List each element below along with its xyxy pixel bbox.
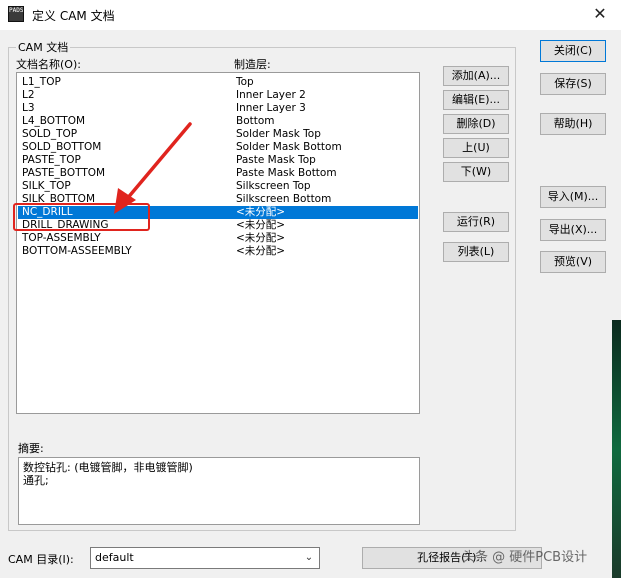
document-name: L4_BOTTOM <box>22 115 86 127</box>
list-item[interactable]: L1_TOP Top <box>18 76 418 89</box>
document-layer: Solder Mask Top <box>236 128 321 140</box>
title-bar: PADS 定义 CAM 文档 ✕ <box>0 0 621 30</box>
document-layer: Top <box>236 76 254 88</box>
document-name: SILK_TOP <box>22 180 71 192</box>
document-name: PASTE_TOP <box>22 154 81 166</box>
document-name: SOLD_TOP <box>22 128 78 140</box>
document-layer: <未分配> <box>236 219 286 231</box>
list-item[interactable]: SOLD_BOTTOM Solder Mask Bottom <box>18 141 418 154</box>
column-header-fabrication-layer: 制造层: <box>234 58 271 71</box>
help-button[interactable]: 帮助(H) <box>540 113 606 135</box>
document-name: L3 <box>22 102 35 114</box>
list-item[interactable]: L3 Inner Layer 3 <box>18 102 418 115</box>
chevron-down-icon: ⌄ <box>304 552 314 563</box>
group-legend: CAM 文档 <box>16 39 71 55</box>
summary-line-2: 通孔; <box>23 474 49 487</box>
document-layer: Paste Mask Top <box>236 154 316 166</box>
cam-directory-value: default <box>95 551 134 564</box>
edit-button[interactable]: 编辑(E)... <box>443 90 509 110</box>
document-layer: <未分配> <box>236 232 286 244</box>
document-layer: Inner Layer 2 <box>236 89 306 101</box>
document-name: L2 <box>22 89 35 101</box>
document-name: SOLD_BOTTOM <box>22 141 102 153</box>
document-layer: <未分配> <box>236 245 286 257</box>
column-header-document-name: 文档名称(O): <box>16 58 81 71</box>
move-down-button[interactable]: 下(W) <box>443 162 509 182</box>
document-name: L1_TOP <box>22 76 61 88</box>
delete-button[interactable]: 删除(D) <box>443 114 509 134</box>
document-layer: Silkscreen Top <box>236 180 311 192</box>
summary-line-1: 数控钻孔: (电镀管脚，非电镀管脚) <box>23 461 193 474</box>
summary-label: 摘要: <box>18 442 44 455</box>
document-layer: Silkscreen Bottom <box>236 193 332 205</box>
save-button[interactable]: 保存(S) <box>540 73 606 95</box>
list-item[interactable]: PASTE_BOTTOM Paste Mask Bottom <box>18 167 418 180</box>
list-item[interactable]: L2 Inner Layer 2 <box>18 89 418 102</box>
watermark-text: 头条 @ 硬件PCB设计 <box>462 550 588 565</box>
annotation-highlight-box <box>13 203 150 231</box>
document-layer: Bottom <box>236 115 275 127</box>
close-button[interactable]: 关闭(C) <box>540 40 606 62</box>
list-item[interactable]: L4_BOTTOM Bottom <box>18 115 418 128</box>
run-button[interactable]: 运行(R) <box>443 212 509 232</box>
background-strip <box>612 320 621 578</box>
cam-directory-select[interactable]: default ⌄ <box>90 547 320 569</box>
import-button[interactable]: 导入(M)... <box>540 186 606 208</box>
document-name: PASTE_BOTTOM <box>22 167 106 179</box>
list-item[interactable]: TOP-ASSEMBLY <未分配> <box>18 232 418 245</box>
list-button[interactable]: 列表(L) <box>443 242 509 262</box>
watermark: 头条 @ 硬件PCB设计 <box>462 546 587 565</box>
close-window-icon[interactable]: ✕ <box>587 2 613 26</box>
document-layer: Inner Layer 3 <box>236 102 306 114</box>
document-name: TOP-ASSEMBLY <box>22 232 101 244</box>
list-item[interactable]: BOTTOM-ASSEEMBLY <未分配> <box>18 245 418 258</box>
list-item[interactable]: PASTE_TOP Paste Mask Top <box>18 154 418 167</box>
define-cam-documents-dialog: PADS 定义 CAM 文档 ✕ CAM 文档 文档名称(O): 制造层: L1… <box>0 0 621 578</box>
document-layer: Solder Mask Bottom <box>236 141 342 153</box>
summary-text-box: 数控钻孔: (电镀管脚，非电镀管脚) 通孔; <box>18 457 420 525</box>
export-button[interactable]: 导出(X)... <box>540 219 606 241</box>
document-layer: Paste Mask Bottom <box>236 167 337 179</box>
window-title: 定义 CAM 文档 <box>32 9 115 23</box>
move-up-button[interactable]: 上(U) <box>443 138 509 158</box>
pads-app-icon: PADS <box>8 6 24 22</box>
document-layer: <未分配> <box>236 206 286 218</box>
preview-button[interactable]: 预览(V) <box>540 251 606 273</box>
cam-document-list[interactable]: L1_TOP Top L2 Inner Layer 2 L3 Inner Layer 3L… <box>16 72 420 414</box>
add-button[interactable]: 添加(A)... <box>443 66 509 86</box>
document-name: BOTTOM-ASSEEMBLY <box>22 245 132 257</box>
list-item[interactable]: SOLD_TOP Solder Mask Top <box>18 128 418 141</box>
cam-directory-label: CAM 目录(I): <box>8 553 74 566</box>
list-item[interactable]: SILK_TOP Silkscreen Top <box>18 180 418 193</box>
